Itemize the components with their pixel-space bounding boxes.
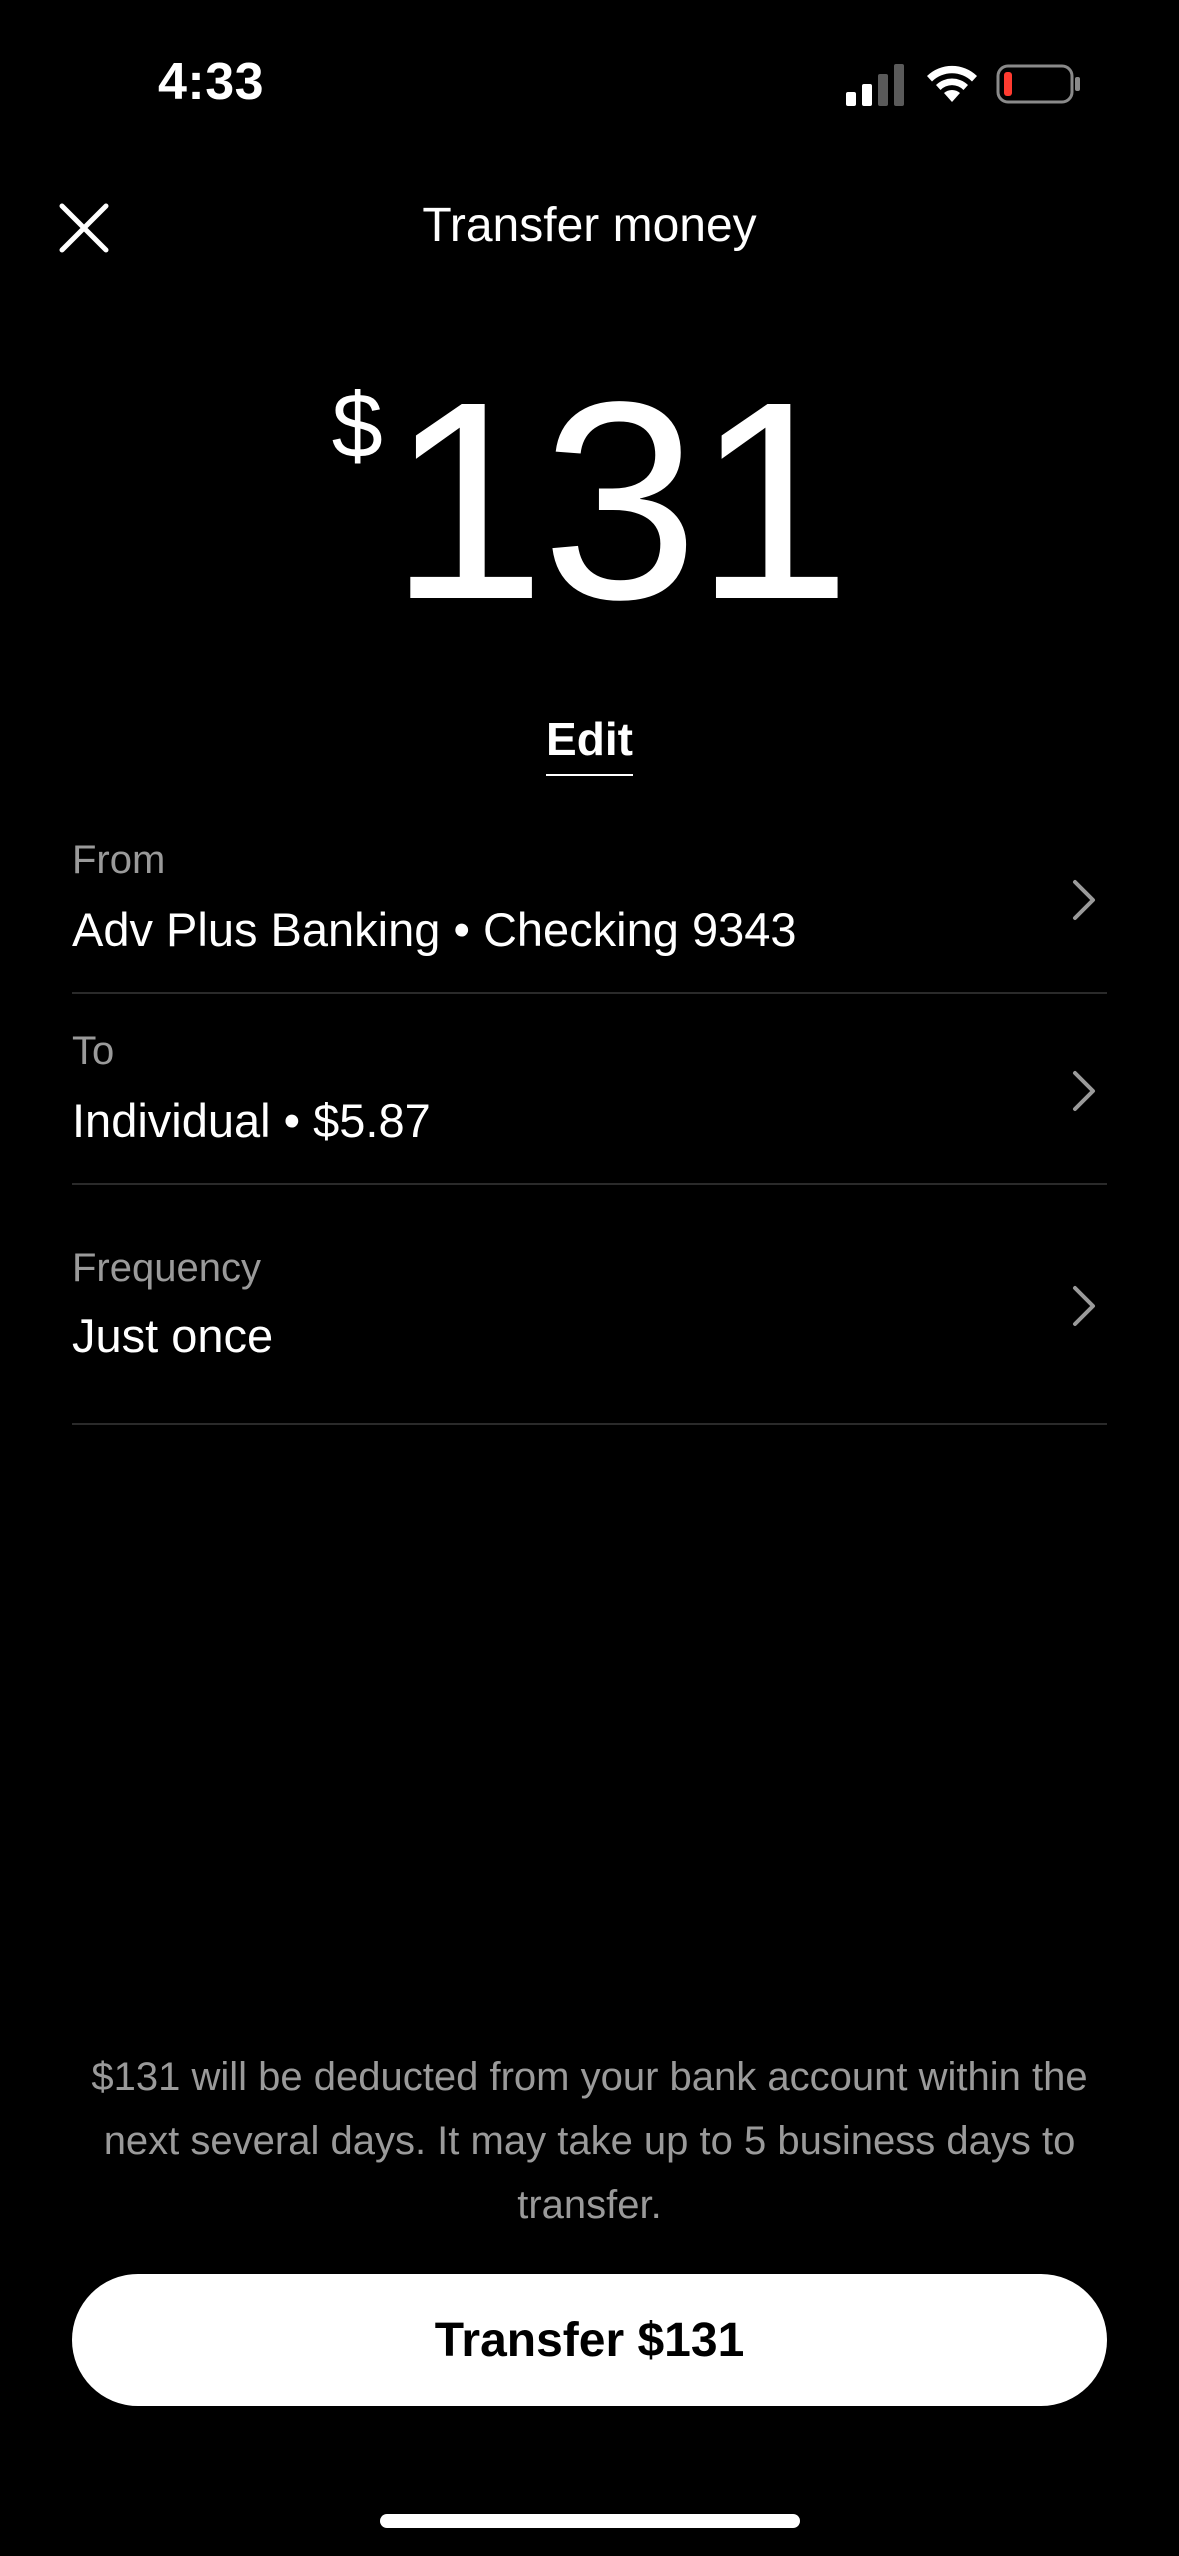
- from-account-row[interactable]: From Adv Plus Banking • Checking 9343: [72, 826, 1107, 994]
- chevron-right-icon: [1073, 1286, 1095, 1326]
- transfer-amount: $ 131: [0, 360, 1179, 642]
- to-label: To: [72, 1029, 115, 1073]
- battery-low-icon: [996, 64, 1080, 104]
- to-account-row[interactable]: To Individual • $5.87: [72, 1017, 1107, 1185]
- transfer-button[interactable]: Transfer $131: [72, 2274, 1107, 2406]
- from-label: From: [72, 838, 166, 882]
- status-time: 4:33: [158, 53, 265, 111]
- chevron-right-icon: [1073, 1071, 1095, 1111]
- frequency-value: Just once: [72, 1309, 274, 1362]
- edit-amount-link[interactable]: Edit: [546, 712, 633, 776]
- frequency-row[interactable]: Frequency Just once: [72, 1210, 1107, 1425]
- chevron-right-icon: [1073, 880, 1095, 920]
- edit-amount-link-wrap: Edit: [0, 712, 1179, 776]
- cellular-signal-icon: [846, 64, 904, 106]
- currency-symbol: $: [331, 375, 383, 477]
- from-value: Adv Plus Banking • Checking 9343: [72, 903, 797, 956]
- transfer-disclaimer: $131 will be deducted from your bank acc…: [91, 2055, 1088, 2227]
- page-title: Transfer money: [422, 199, 757, 252]
- frequency-label: Frequency: [72, 1246, 261, 1290]
- amount-value: 131: [388, 343, 852, 658]
- wifi-icon: [927, 65, 977, 102]
- home-indicator[interactable]: [380, 2514, 800, 2528]
- to-value: Individual • $5.87: [72, 1094, 431, 1147]
